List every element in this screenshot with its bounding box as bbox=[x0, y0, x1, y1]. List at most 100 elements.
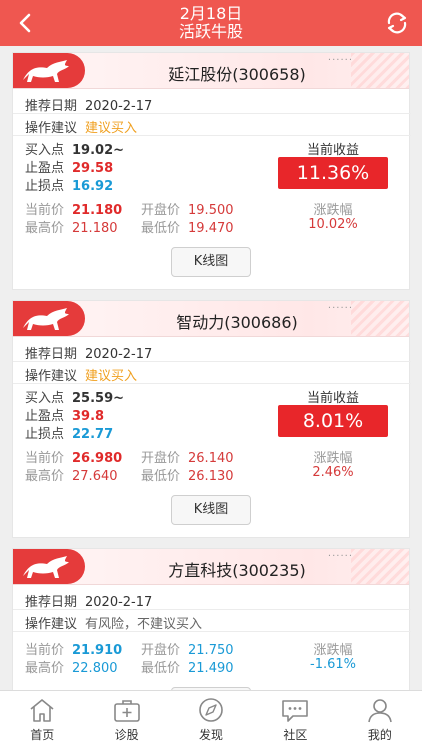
high-price-row: 最高价 22.800 bbox=[25, 657, 118, 676]
change-value: -1.61% bbox=[310, 657, 356, 672]
advice-label: 操作建议 bbox=[25, 121, 78, 136]
card-header: 智动力(300686) ······ bbox=[13, 301, 409, 337]
open-price-value: 26.140 bbox=[188, 451, 234, 466]
profit-label: 止盈点 bbox=[25, 409, 65, 424]
advice-value: 建议买入 bbox=[85, 121, 138, 136]
card-decoration bbox=[351, 53, 409, 88]
open-price-value: 19.500 bbox=[188, 203, 234, 218]
home-icon bbox=[30, 699, 54, 722]
current-price-row: 当前价 21.180 bbox=[25, 199, 122, 218]
change-label: 涨跌幅 bbox=[313, 203, 353, 218]
stock-list[interactable]: 延江股份(300658) ······ 推荐日期 2020-2-17 操作建议 建议… bbox=[0, 46, 422, 690]
current-price-label: 当前价 bbox=[25, 451, 65, 466]
header-bar: 2月18日 活跃牛股 bbox=[0, 0, 422, 46]
chat-icon bbox=[282, 700, 309, 722]
stop-row: 止损点 22.77 bbox=[25, 423, 113, 442]
high-price-label: 最高价 bbox=[25, 221, 65, 236]
user-icon bbox=[368, 699, 392, 723]
compass-icon bbox=[199, 698, 223, 722]
advice-row: 操作建议 有风险，不建议买入 bbox=[25, 613, 202, 632]
advice-label: 操作建议 bbox=[25, 617, 78, 632]
header-date: 2月18日 bbox=[179, 4, 243, 23]
earnings-badge: 11.36% bbox=[278, 157, 388, 189]
buy-row: 买入点 25.59~ bbox=[25, 387, 124, 406]
tab-discover[interactable]: 发现 bbox=[169, 691, 253, 750]
bull-logo-icon bbox=[13, 53, 85, 88]
tab-home[interactable]: 首页 bbox=[0, 691, 84, 750]
divider bbox=[13, 631, 411, 632]
advice-label: 操作建议 bbox=[25, 369, 78, 384]
profit-label: 止盈点 bbox=[25, 161, 65, 176]
current-price-row: 当前价 26.980 bbox=[25, 447, 122, 466]
rec-date-row: 推荐日期 2020-2-17 bbox=[25, 343, 152, 362]
divider bbox=[13, 113, 411, 114]
low-price-value: 19.470 bbox=[188, 221, 234, 236]
kline-button[interactable]: K线图 bbox=[171, 495, 251, 525]
bottom-tab-bar: 首页 诊股 发现 社区 我的 bbox=[0, 690, 422, 750]
earnings-label: 当前收益 bbox=[306, 143, 359, 158]
divider bbox=[13, 609, 411, 610]
current-price-value: 21.910 bbox=[72, 643, 123, 658]
tab-diagnose[interactable]: 诊股 bbox=[84, 691, 168, 750]
open-price-label: 开盘价 bbox=[141, 451, 181, 466]
advice-value: 有风险，不建议买入 bbox=[85, 617, 203, 632]
profit-value: 29.58 bbox=[72, 161, 114, 176]
rec-date-label: 推荐日期 bbox=[25, 347, 78, 362]
low-price-value: 21.490 bbox=[188, 661, 234, 676]
card-header: 延江股份(300658) ······ bbox=[13, 53, 409, 89]
rec-date-label: 推荐日期 bbox=[25, 99, 78, 114]
low-price-label: 最低价 bbox=[141, 221, 181, 236]
stock-card[interactable]: 延江股份(300658) ······ 推荐日期 2020-2-17 操作建议 建议… bbox=[12, 52, 411, 290]
tab-label: 社区 bbox=[283, 728, 308, 742]
tab-mine[interactable]: 我的 bbox=[338, 691, 422, 750]
high-price-value: 27.640 bbox=[72, 469, 118, 484]
refresh-button[interactable] bbox=[382, 9, 412, 37]
refresh-icon bbox=[387, 12, 407, 34]
stop-label: 止损点 bbox=[25, 179, 65, 194]
rec-date-value: 2020-2-17 bbox=[85, 99, 153, 114]
kline-button[interactable]: K线图 bbox=[171, 247, 251, 277]
card-decoration bbox=[351, 301, 409, 336]
card-dots: ······ bbox=[327, 303, 353, 314]
current-price-row: 当前价 21.910 bbox=[25, 639, 122, 658]
change-value: 10.02% bbox=[308, 217, 358, 232]
profit-row: 止盈点 39.8 bbox=[25, 405, 104, 424]
low-price-label: 最低价 bbox=[141, 661, 181, 676]
buy-value: 19.02~ bbox=[72, 143, 125, 158]
divider bbox=[13, 383, 411, 384]
change-value: 2.46% bbox=[312, 465, 354, 480]
low-price-label: 最低价 bbox=[141, 469, 181, 484]
stop-row: 止损点 16.92 bbox=[25, 175, 113, 194]
advice-row: 操作建议 建议买入 bbox=[25, 117, 137, 136]
change-label: 涨跌幅 bbox=[313, 643, 353, 658]
buy-row: 买入点 19.02~ bbox=[25, 139, 124, 158]
stock-card[interactable]: 方直科技(300235) ······ 推荐日期 2020-2-17 操作建议 有风… bbox=[12, 548, 411, 690]
earnings-badge: 8.01% bbox=[278, 405, 388, 437]
stock-card[interactable]: 智动力(300686) ······ 推荐日期 2020-2-17 操作建议 建议买… bbox=[12, 300, 411, 538]
card-decoration bbox=[351, 549, 409, 584]
current-price-label: 当前价 bbox=[25, 203, 65, 218]
stop-label: 止损点 bbox=[25, 427, 65, 442]
profit-value: 39.8 bbox=[72, 409, 105, 424]
open-price-row: 开盘价 21.750 bbox=[141, 639, 234, 658]
page-title: 活跃牛股 bbox=[178, 22, 243, 41]
rec-date-label: 推荐日期 bbox=[25, 595, 78, 610]
rec-date-value: 2020-2-17 bbox=[85, 347, 153, 362]
buy-value: 25.59~ bbox=[72, 391, 125, 406]
high-price-row: 最高价 27.640 bbox=[25, 465, 118, 484]
open-price-label: 开盘价 bbox=[141, 203, 181, 218]
current-price-value: 21.180 bbox=[72, 203, 123, 218]
profit-row: 止盈点 29.58 bbox=[25, 157, 113, 176]
open-price-row: 开盘价 19.500 bbox=[141, 199, 234, 218]
high-price-label: 最高价 bbox=[25, 661, 65, 676]
stop-value: 16.92 bbox=[72, 179, 114, 194]
low-price-row: 最低价 26.130 bbox=[141, 465, 234, 484]
tab-community[interactable]: 社区 bbox=[253, 691, 337, 750]
stop-value: 22.77 bbox=[72, 427, 114, 442]
current-price-value: 26.980 bbox=[72, 451, 123, 466]
bull-logo-icon bbox=[13, 549, 85, 584]
tab-label: 我的 bbox=[367, 728, 392, 742]
low-price-value: 26.130 bbox=[188, 469, 234, 484]
card-dots: ······ bbox=[327, 551, 353, 562]
open-price-label: 开盘价 bbox=[141, 643, 181, 658]
